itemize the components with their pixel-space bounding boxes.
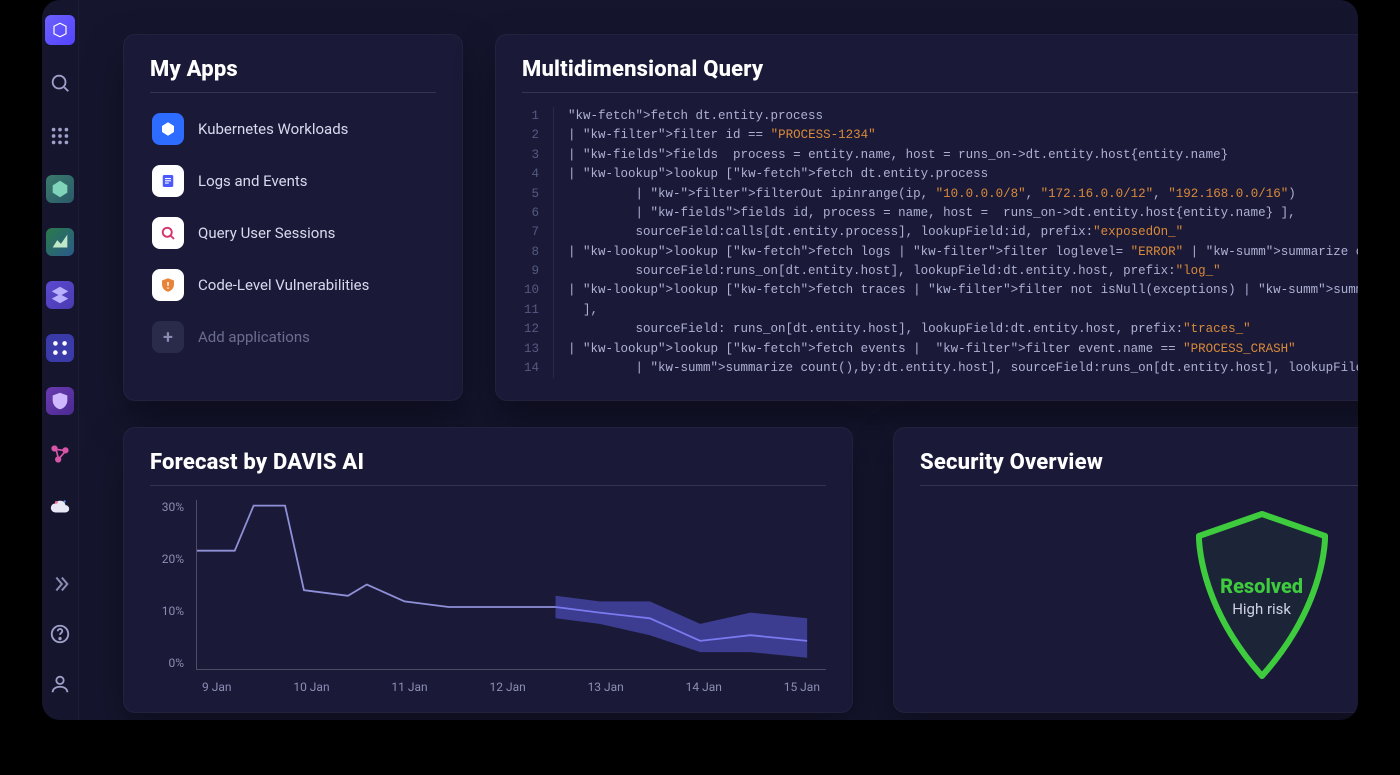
apps-grid-icon[interactable] bbox=[42, 120, 78, 151]
chart-plot bbox=[196, 500, 826, 670]
security-status: Resolved bbox=[1220, 574, 1303, 598]
add-label: Add applications bbox=[198, 328, 310, 346]
security-shield: Resolved High risk bbox=[1187, 508, 1337, 683]
app-window: My Apps Kubernetes Workloads Logs and Ev… bbox=[42, 0, 1358, 720]
analytics-icon[interactable] bbox=[42, 226, 78, 257]
main-content: My Apps Kubernetes Workloads Logs and Ev… bbox=[79, 0, 1358, 720]
integrations-icon[interactable] bbox=[42, 332, 78, 363]
cloud-icon[interactable] bbox=[42, 491, 78, 522]
app-label: Kubernetes Workloads bbox=[198, 120, 348, 138]
search-icon[interactable] bbox=[42, 67, 78, 98]
code-content[interactable]: "kw-fetch">fetch dt.entity.process| "kw-… bbox=[554, 107, 1358, 378]
plus-icon: + bbox=[152, 321, 184, 353]
chart-x-axis: 9 Jan10 Jan11 Jan12 Jan13 Jan14 Jan15 Ja… bbox=[196, 680, 826, 694]
query-card: Multidimensional Query 12345678910111213… bbox=[495, 34, 1358, 401]
my-apps-title: My Apps bbox=[150, 57, 436, 93]
code-block: 1234567891011121314 "kw-fetch">fetch dt.… bbox=[522, 107, 1358, 378]
forecast-title: Forecast by DAVIS AI bbox=[150, 450, 826, 486]
app-logo[interactable] bbox=[42, 14, 78, 45]
kubernetes-app-icon bbox=[152, 113, 184, 145]
forecast-chart: 30%20%10%0% 9 Jan10 Jan11 Jan12 Jan13 Ja… bbox=[150, 500, 826, 690]
add-applications-button[interactable]: + Add applications bbox=[150, 315, 436, 359]
forecast-card: Forecast by DAVIS AI 30%20%10%0% 9 Jan10… bbox=[123, 427, 853, 713]
sidebar bbox=[42, 0, 79, 720]
app-label: Query User Sessions bbox=[198, 224, 335, 242]
user-icon[interactable] bbox=[42, 666, 78, 702]
query-title: Multidimensional Query bbox=[522, 57, 1358, 93]
line-gutter: 1234567891011121314 bbox=[522, 107, 554, 378]
security-title: Security Overview bbox=[920, 450, 1358, 486]
app-query-sessions[interactable]: Query User Sessions bbox=[150, 211, 436, 255]
app-label: Code-Level Vulnerabilities bbox=[198, 276, 369, 294]
app-code-vulnerabilities[interactable]: Code-Level Vulnerabilities bbox=[150, 263, 436, 307]
vuln-app-icon bbox=[152, 269, 184, 301]
app-kubernetes-workloads[interactable]: Kubernetes Workloads bbox=[150, 107, 436, 151]
kubernetes-icon[interactable] bbox=[42, 173, 78, 204]
security-risk: High risk bbox=[1232, 600, 1291, 618]
app-logs-events[interactable]: Logs and Events bbox=[150, 159, 436, 203]
app-label: Logs and Events bbox=[198, 172, 308, 190]
expand-icon[interactable] bbox=[42, 566, 78, 602]
my-apps-card: My Apps Kubernetes Workloads Logs and Ev… bbox=[123, 34, 463, 401]
security-shield-icon[interactable] bbox=[42, 385, 78, 416]
chart-y-axis: 30%20%10%0% bbox=[150, 500, 190, 670]
network-icon[interactable] bbox=[42, 438, 78, 469]
layers-icon[interactable] bbox=[42, 279, 78, 310]
logs-app-icon bbox=[152, 165, 184, 197]
sessions-app-icon bbox=[152, 217, 184, 249]
security-card: Security Overview Resolved High risk bbox=[893, 427, 1358, 713]
help-icon[interactable] bbox=[42, 616, 78, 652]
